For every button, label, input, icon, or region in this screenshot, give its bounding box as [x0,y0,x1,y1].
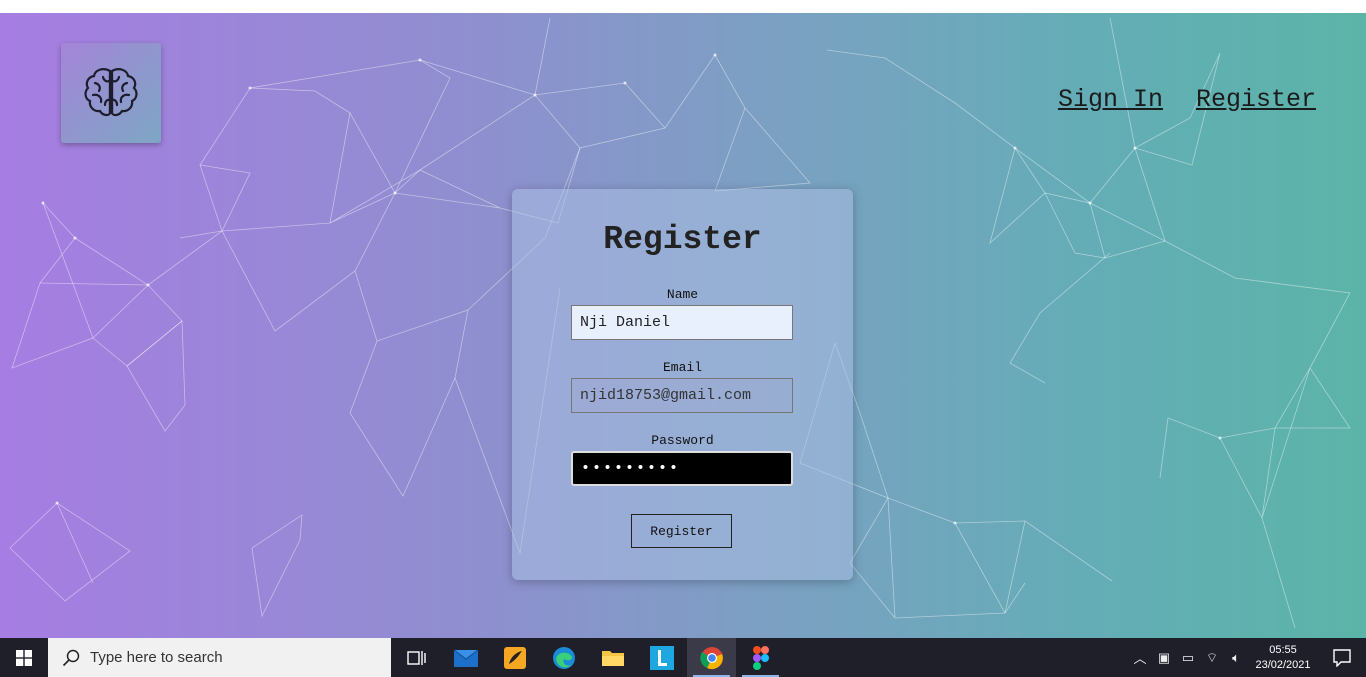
form-title: Register [603,221,762,258]
wifi-icon[interactable]: ⌔ [1200,650,1224,666]
folder-icon [601,650,624,666]
chevron-up-icon[interactable]: ︿ [1128,648,1152,667]
chrome-browser-button[interactable] [687,638,736,677]
taskbar-search-box[interactable]: Type here to search [48,638,391,677]
brain-logo[interactable] [61,43,161,143]
paint-icon [503,646,526,669]
email-label: Email [662,360,702,375]
l-app-icon [649,645,674,670]
paint-app-button[interactable] [490,638,539,677]
figma-icon [752,645,769,670]
edge-icon [552,646,575,669]
password-label: Password [651,433,714,448]
register-link[interactable]: Register [1196,85,1316,114]
register-card: Register Name Email Password Register [512,189,853,580]
page-background: Sign In Register Register Name Email Pas… [0,13,1366,638]
task-view-icon [406,650,426,665]
start-button[interactable] [0,638,48,677]
mail-app-button[interactable] [441,638,490,677]
name-label: Name [666,287,699,302]
action-center-button[interactable] [1318,648,1366,667]
clock-date: 23/02/2021 [1255,658,1311,671]
signin-link[interactable]: Sign In [1058,85,1163,114]
password-field[interactable] [571,451,793,486]
name-field[interactable] [571,305,793,340]
edge-browser-button[interactable] [539,638,588,677]
search-icon [62,649,80,666]
taskbar-clock[interactable]: 05:55 23/02/2021 [1248,643,1318,673]
windows-taskbar: Type here to search ︿ ▣ ▭ ⌔ 🔈︎ 05:55 23/… [0,638,1366,677]
windows-logo-icon [16,649,32,666]
notification-icon [1333,648,1351,667]
chrome-icon [699,646,723,669]
system-tray: ︿ ▣ ▭ ⌔ 🔈︎ 05:55 23/02/2021 [1128,638,1366,677]
mail-icon [453,649,478,667]
meet-now-icon[interactable]: ▣ [1152,650,1176,666]
volume-icon[interactable]: 🔈︎ [1224,650,1248,666]
figma-app-button[interactable] [736,638,785,677]
file-explorer-button[interactable] [588,638,637,677]
email-field[interactable] [571,378,793,413]
top-nav: Sign In Register [1058,85,1316,114]
search-placeholder: Type here to search [90,649,223,666]
battery-icon[interactable]: ▭ [1176,650,1200,666]
brain-icon [84,68,138,117]
task-view-button[interactable] [392,638,441,677]
register-submit-button[interactable]: Register [631,514,732,548]
browser-top-strip [0,0,1366,13]
l-app-button[interactable] [637,638,686,677]
clock-time: 05:55 [1269,643,1297,656]
